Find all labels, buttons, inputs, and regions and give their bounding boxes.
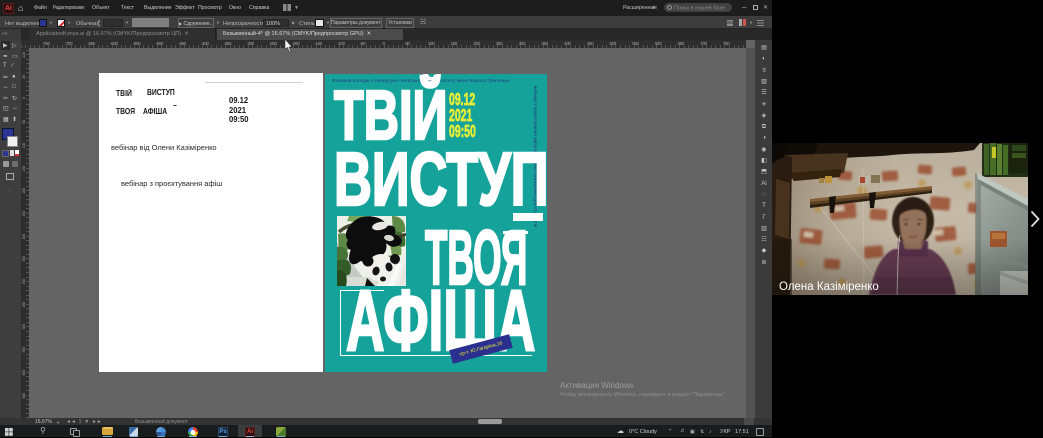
svg-text:Олена Казіміренко: Олена Казіміренко	[779, 281, 879, 293]
